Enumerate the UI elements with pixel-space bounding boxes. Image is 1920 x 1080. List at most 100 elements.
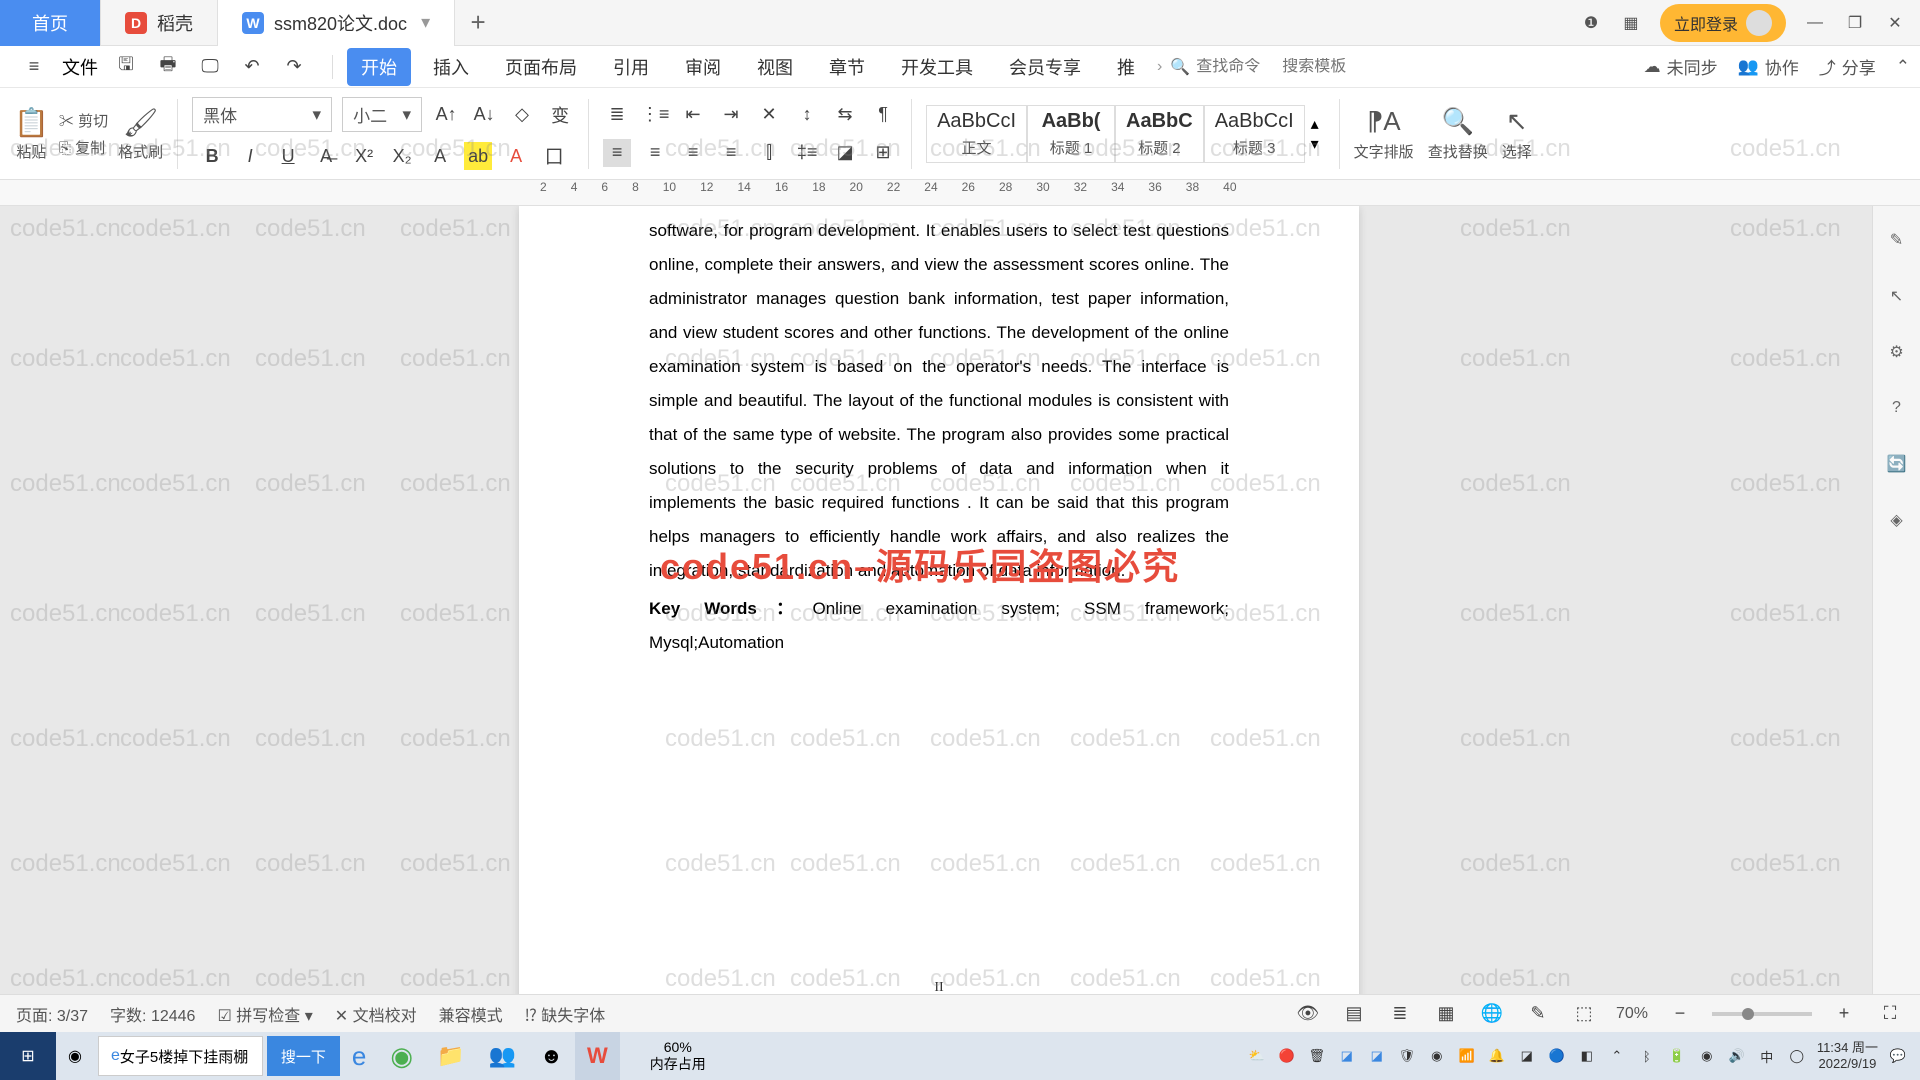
increase-indent-button[interactable]: ⇥ — [717, 101, 745, 129]
search-cmd-input[interactable] — [1196, 58, 1276, 76]
chevron-right-icon[interactable]: › — [1157, 58, 1162, 76]
sort-button[interactable]: ↕ — [793, 101, 821, 129]
search-tpl-input[interactable] — [1282, 58, 1362, 76]
text-effect-button[interactable]: A — [426, 142, 454, 170]
zoom-out-icon[interactable]: − — [1666, 1000, 1694, 1028]
menu-more[interactable]: 推 — [1103, 48, 1149, 86]
highlight-button[interactable]: ab — [464, 142, 492, 170]
tray-chevron-up-icon[interactable]: ⌃ — [1607, 1046, 1627, 1066]
share-button[interactable]: ⤴分享 — [1819, 54, 1876, 79]
document-workspace[interactable]: software, for program development. It en… — [0, 206, 1872, 1032]
ruler[interactable]: 246810121416182022242628303234363840 — [0, 180, 1920, 206]
start-button[interactable]: ⊞ — [0, 1032, 56, 1080]
tabs-button[interactable]: ⇆ — [831, 101, 859, 129]
font-family-select[interactable]: 黑体▾ — [192, 97, 332, 132]
task-app-2[interactable]: 👥 — [476, 1032, 527, 1080]
eye-icon[interactable]: 👁 — [1294, 1000, 1322, 1028]
tray-icon-2[interactable]: 🗑 — [1307, 1046, 1327, 1066]
bold-button[interactable]: B — [198, 142, 226, 170]
menu-view[interactable]: 视图 — [743, 48, 807, 86]
tab-home[interactable]: 首页 — [0, 0, 101, 46]
tray-icon-9[interactable]: ◯ — [1787, 1046, 1807, 1066]
menu-insert[interactable]: 插入 — [419, 48, 483, 86]
layout-icon[interactable]: ❶ — [1580, 12, 1602, 34]
style-h3[interactable]: AaBbCcI标题 3 — [1204, 105, 1305, 163]
superscript-button[interactable]: X² — [350, 142, 378, 170]
tray-icon-6[interactable]: 🔵 — [1547, 1046, 1567, 1066]
tray-icon-7[interactable]: ◧ — [1577, 1046, 1597, 1066]
maximize-icon[interactable]: ❐ — [1844, 12, 1866, 34]
proofread[interactable]: ✕ 文档校对 — [335, 1002, 417, 1026]
grid-icon[interactable]: ▦ — [1620, 12, 1642, 34]
task-ie[interactable]: e — [340, 1032, 378, 1080]
subscript-button[interactable]: X₂ — [388, 142, 416, 170]
tray-icon-4[interactable]: ◪ — [1367, 1046, 1387, 1066]
menu-start[interactable]: 开始 — [347, 48, 411, 86]
redo-icon[interactable]: ↷ — [280, 53, 308, 81]
pointer-icon[interactable]: ↖ — [1883, 282, 1911, 310]
tab-menu-icon[interactable]: ▾ — [421, 12, 430, 33]
undo-icon[interactable]: ↶ — [238, 53, 266, 81]
globe-icon[interactable]: 🌐 — [1478, 1000, 1506, 1028]
task-explorer[interactable]: 📁 — [425, 1032, 476, 1080]
menu-vip[interactable]: 会员专享 — [995, 48, 1095, 86]
asian-layout-button[interactable]: ✕ — [755, 101, 783, 129]
command-search[interactable]: 🔍 — [1170, 57, 1362, 77]
zoom-level[interactable]: 70% — [1616, 1005, 1648, 1023]
bullets-button[interactable]: ≣ — [603, 101, 631, 129]
paste-button[interactable]: 📋 粘贴 — [14, 106, 49, 162]
tray-wifi-icon[interactable]: 📶 — [1457, 1046, 1477, 1066]
shading-button[interactable]: ◪ — [831, 139, 859, 167]
style-scroll-up-icon[interactable]: ▴ — [1311, 114, 1319, 134]
task-360[interactable]: ◉ — [378, 1032, 425, 1080]
tab-daoke[interactable]: D 稻壳 — [101, 0, 218, 46]
grow-font-icon[interactable]: A↑ — [432, 101, 460, 129]
zoom-slider[interactable] — [1712, 1012, 1812, 1016]
tray-shield-icon[interactable]: 🛡 — [1397, 1046, 1417, 1066]
settings-slider-icon[interactable]: ⚙ — [1883, 338, 1911, 366]
clear-format-icon[interactable]: ◇ — [508, 101, 536, 129]
borders-button[interactable]: ⊞ — [869, 139, 897, 167]
style-h2[interactable]: AaBbC标题 2 — [1115, 105, 1204, 163]
show-marks-button[interactable]: ¶ — [869, 101, 897, 129]
tray-battery-icon[interactable]: 🔋 — [1667, 1046, 1687, 1066]
word-count[interactable]: 字数: 12446 — [110, 1002, 195, 1026]
menu-chapter[interactable]: 章节 — [815, 48, 879, 86]
help-icon[interactable]: ? — [1883, 394, 1911, 422]
cut-button[interactable]: ✂ 剪切 — [59, 110, 108, 131]
tab-document[interactable]: W ssm820论文.doc ▾ — [218, 0, 455, 46]
tray-bell-icon[interactable]: 🔔 — [1487, 1046, 1507, 1066]
task-app-1[interactable]: ◉ — [56, 1032, 94, 1080]
tray-volume-icon[interactable]: 🔊 — [1727, 1046, 1747, 1066]
line-spacing-button[interactable]: ‡≡ — [793, 139, 821, 167]
italic-button[interactable]: I — [236, 142, 264, 170]
edit-icon[interactable]: ✎ — [1524, 1000, 1552, 1028]
format-painter-button[interactable]: 🖌 格式刷 — [118, 106, 163, 162]
underline-button[interactable]: U — [274, 142, 302, 170]
numbering-button[interactable]: ⋮≡ — [641, 101, 669, 129]
distribute-button[interactable]: ⫿ — [755, 139, 783, 167]
read-view-icon[interactable]: ▤ — [1340, 1000, 1368, 1028]
align-left-button[interactable]: ≡ — [603, 139, 631, 167]
task-app-3[interactable]: ☻ — [528, 1032, 575, 1080]
compat-mode[interactable]: 兼容模式 — [439, 1002, 503, 1026]
taskbar-search[interactable]: e — [98, 1036, 263, 1076]
menu-review[interactable]: 审阅 — [671, 48, 735, 86]
tray-icon-5[interactable]: ◉ — [1427, 1046, 1447, 1066]
task-wps[interactable]: W — [575, 1032, 620, 1080]
menu-devtools[interactable]: 开发工具 — [887, 48, 987, 86]
tray-nvidia-icon[interactable]: ◪ — [1517, 1046, 1537, 1066]
sync-status[interactable]: ☁未同步 — [1644, 54, 1718, 79]
strikethrough-button[interactable]: A̶ — [312, 142, 340, 170]
preview-icon[interactable]: 🖵 — [196, 53, 224, 81]
align-right-button[interactable]: ≡ — [679, 139, 707, 167]
font-size-select[interactable]: 小二▾ — [342, 97, 422, 132]
text-layout-button[interactable]: ⁋A 文字排版 — [1354, 106, 1414, 162]
translate-icon[interactable]: 🔄 — [1883, 450, 1911, 478]
diamond-icon[interactable]: ◈ — [1883, 506, 1911, 534]
align-center-button[interactable]: ≡ — [641, 139, 669, 167]
font-color-button[interactable]: A — [502, 142, 530, 170]
save-icon[interactable]: 🖫 — [112, 53, 140, 81]
zoom-in-icon[interactable]: + — [1830, 1000, 1858, 1028]
tray-icon-3[interactable]: ◪ — [1337, 1046, 1357, 1066]
